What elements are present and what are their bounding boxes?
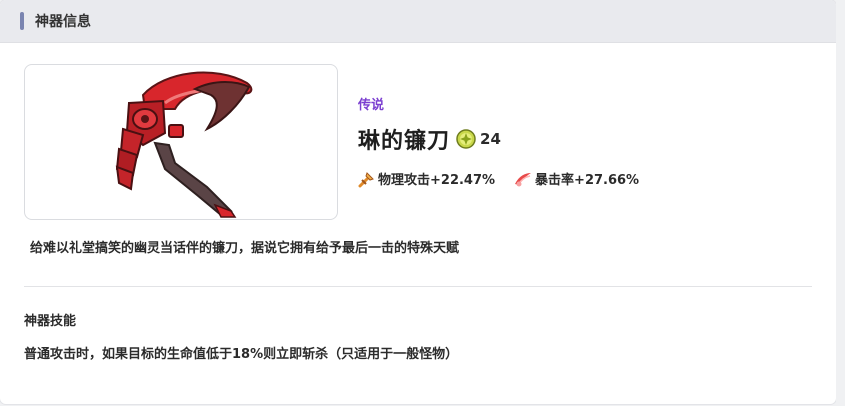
artifact-name: 琳的镰刀 (358, 129, 451, 154)
stat-label: 暴击率+27.66% (535, 173, 640, 188)
name-row: 琳的镰刀 24 (358, 123, 657, 155)
artifact-image-frame (24, 64, 338, 220)
artifact-description: 给难以礼堂搞笑的幽灵当话伴的镰刀，据说它拥有给予最后一击的特殊天赋 (30, 241, 460, 256)
divider (24, 286, 812, 287)
skill-title: 神器技能 (24, 314, 77, 329)
sword-icon (358, 171, 374, 187)
stat-label: 物理攻击+22.47% (378, 173, 496, 188)
scythe-image (115, 71, 253, 218)
artifact-level: 24 (480, 130, 501, 148)
crit-slash-icon (515, 172, 532, 186)
page-edge (836, 0, 845, 406)
section-header: 神器信息 (0, 0, 836, 43)
header-accent-bar (20, 12, 24, 30)
level-star-icon (456, 129, 476, 149)
rarity-label: 传说 (358, 98, 385, 113)
section-title: 神器信息 (35, 14, 91, 30)
stat-physical-attack: 物理攻击+22.47% (358, 169, 495, 188)
artifact-info: 传说 琳的镰刀 24 物理攻击+22.47% 暴击率+27.66% (358, 94, 657, 188)
stats-row: 物理攻击+22.47% 暴击率+27.66% (358, 169, 657, 188)
stat-crit-rate: 暴击率+27.66% (513, 169, 639, 188)
artifact-info-card: 神器信息 传说 琳的镰刀 24 物理攻击+22.47% 暴击率+27.66% 给… (0, 0, 836, 404)
skill-description: 普通攻击时，如果目标的生命值低于18%则立即斩杀（只适用于一般怪物） (24, 347, 459, 362)
